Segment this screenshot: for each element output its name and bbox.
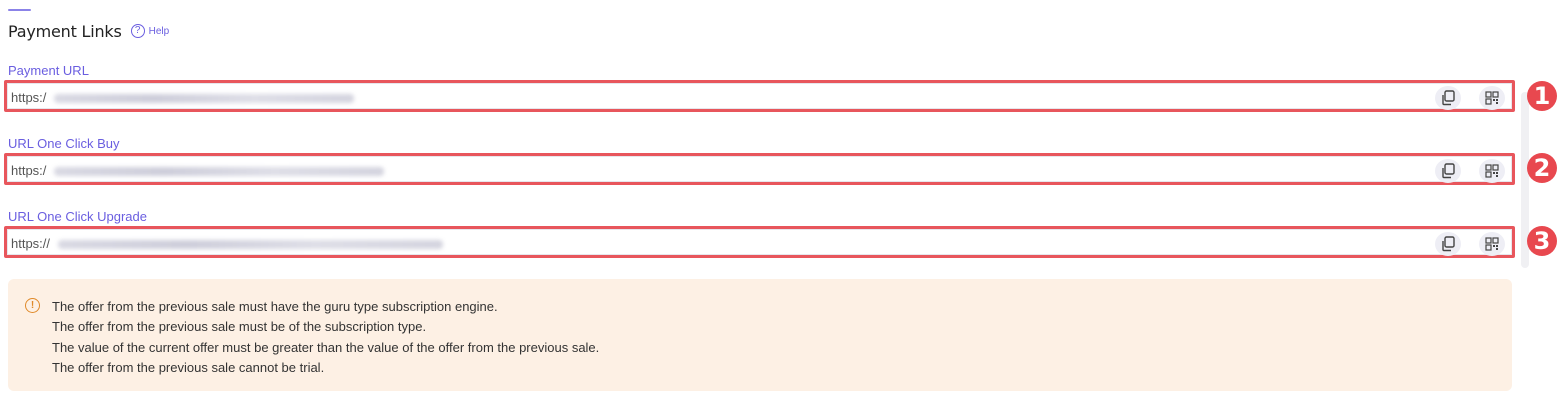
warning-circle-icon: ! xyxy=(25,298,40,313)
notice-line: The offer from the previous sale must be… xyxy=(52,319,427,335)
help-question-icon: ? xyxy=(130,24,145,38)
qr-code-icon[interactable] xyxy=(1479,232,1505,256)
copy-icon[interactable] xyxy=(1435,159,1461,183)
top-accent-bar xyxy=(8,9,31,11)
notice-lines: The offer from the previous sale must ha… xyxy=(52,297,599,378)
one-click-buy-field[interactable]: https:/ xyxy=(4,153,1515,185)
annotation-badge-1: 1 xyxy=(1527,81,1557,111)
copy-icon[interactable] xyxy=(1435,86,1461,110)
redacted-url-text xyxy=(54,94,354,103)
redacted-url-text xyxy=(54,167,384,176)
copy-icon[interactable] xyxy=(1435,232,1461,256)
annotation-badge-3: 3 xyxy=(1527,226,1557,256)
section-title: Payment Links xyxy=(8,21,122,41)
redacted-url-text xyxy=(58,240,443,249)
one-click-upgrade-value: https:// xyxy=(11,236,51,251)
one-click-upgrade-field[interactable]: https:// xyxy=(4,226,1515,258)
section-header: Payment Links ? Help xyxy=(8,19,169,43)
qr-code-icon[interactable] xyxy=(1479,86,1505,110)
notice-line: The value of the current offer must be g… xyxy=(52,339,600,355)
qr-code-icon[interactable] xyxy=(1479,159,1505,183)
payment-url-label: Payment URL xyxy=(8,63,89,78)
notice-line: The offer from the previous sale must ha… xyxy=(52,299,498,314)
one-click-buy-value: https:/ xyxy=(11,163,47,178)
payment-url-field[interactable]: https:/ xyxy=(4,80,1515,112)
one-click-upgrade-label: URL One Click Upgrade xyxy=(8,209,147,224)
notice-line: The offer from the previous sale cannot … xyxy=(52,359,325,375)
one-click-buy-input[interactable]: https:/ xyxy=(7,156,1512,183)
payment-url-input[interactable]: https:/ xyxy=(7,83,1512,110)
payment-url-value: https:/ xyxy=(11,90,47,105)
requirements-notice: ! The offer from the previous sale must … xyxy=(8,279,1512,391)
one-click-upgrade-input[interactable]: https:// xyxy=(7,229,1512,256)
annotation-badge-2: 2 xyxy=(1527,153,1557,183)
one-click-buy-label: URL One Click Buy xyxy=(8,136,120,151)
help-link[interactable]: ? Help xyxy=(130,24,170,38)
help-label: Help xyxy=(148,25,170,37)
